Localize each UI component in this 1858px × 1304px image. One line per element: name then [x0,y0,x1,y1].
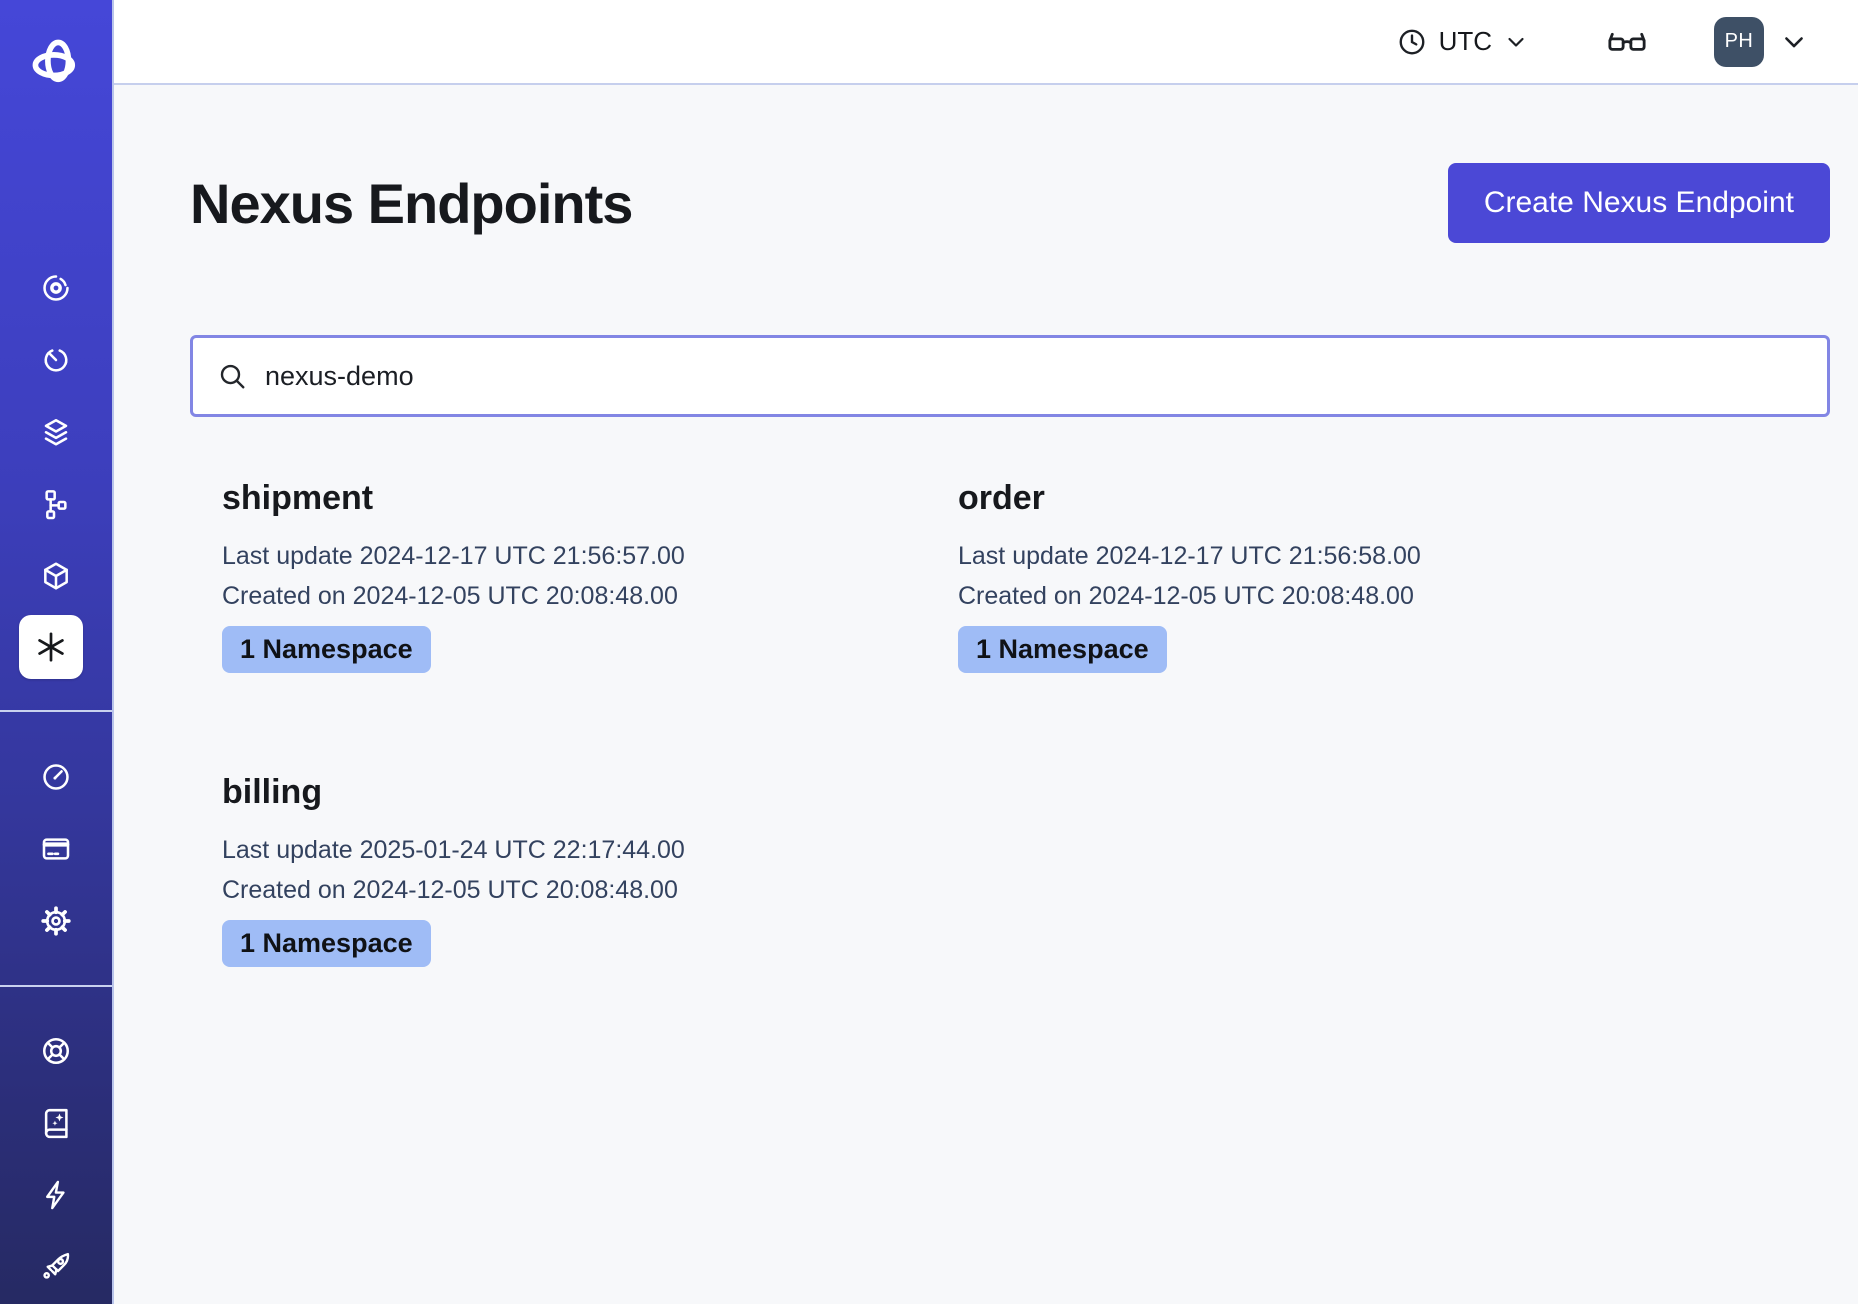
search-box[interactable] [190,335,1830,417]
sidebar-item-nexus-active[interactable] [19,615,83,679]
main-area: Nexus Endpoints Create Nexus Endpoint sh… [114,85,1858,1304]
endpoint-created: Created on 2024-12-05 UTC 20:08:48.00 [958,576,1694,616]
sidebar-divider [0,985,112,987]
sidebar-item-settings[interactable] [0,905,112,937]
workflow-graph-icon [40,488,72,520]
sidebar [0,0,114,1304]
endpoint-name[interactable]: shipment [222,479,958,518]
search-input[interactable] [263,360,1807,393]
timezone-selector[interactable]: UTC [1397,26,1528,57]
sidebar-item-schedules[interactable] [0,344,112,376]
namespace-badge: 1 Namespace [222,920,431,967]
chevron-down-icon [1780,28,1808,56]
sidebar-item-docs[interactable] [0,1107,112,1139]
clock-icon [1397,27,1427,57]
book-sparkles-icon [40,1107,72,1139]
sidebar-item-feedback[interactable] [0,1179,112,1211]
avatar[interactable]: PH [1714,17,1764,67]
sidebar-item-deployments[interactable] [0,416,112,448]
endpoint-last-update: Last update 2025-01-24 UTC 22:17:44.00 [222,830,958,870]
sidebar-item-workflow-graph[interactable] [0,488,112,520]
asterisk-icon [33,629,69,665]
search-icon [217,361,247,391]
temporal-logo[interactable] [0,37,112,89]
gear-icon [40,905,72,937]
endpoint-grid: shipment Last update 2024-12-17 UTC 21:5… [190,479,1830,967]
credit-card-icon [40,833,72,865]
top-header: UTC PH [114,0,1858,85]
sidebar-item-support[interactable] [0,1035,112,1067]
lifebuoy-icon [40,1035,72,1067]
page-title: Nexus Endpoints [190,171,632,236]
endpoint-name[interactable]: billing [222,773,958,812]
endpoint-last-update: Last update 2024-12-17 UTC 21:56:58.00 [958,536,1694,576]
account-menu-button[interactable] [1780,28,1808,56]
sidebar-divider [0,710,112,712]
sidebar-item-cube[interactable] [0,560,112,592]
endpoint-last-update: Last update 2024-12-17 UTC 21:56:57.00 [222,536,958,576]
temporal-logo-icon [30,37,82,89]
cube-icon [40,560,72,592]
lightning-icon [40,1179,72,1211]
endpoint-card[interactable]: order Last update 2024-12-17 UTC 21:56:5… [958,479,1694,673]
endpoint-card[interactable]: billing Last update 2025-01-24 UTC 22:17… [222,773,958,967]
namespace-badge: 1 Namespace [958,626,1167,673]
avatar-initials: PH [1725,30,1754,53]
gauge-icon [40,761,72,793]
namespace-badge: 1 Namespace [222,626,431,673]
glasses-icon [1606,21,1648,63]
sidebar-item-billing[interactable] [0,833,112,865]
endpoint-name[interactable]: order [958,479,1694,518]
sidebar-item-usage[interactable] [0,761,112,793]
layers-icon [40,416,72,448]
sidebar-item-namespaces[interactable] [0,272,112,304]
rocket-icon [40,1250,72,1282]
create-nexus-endpoint-button[interactable]: Create Nexus Endpoint [1448,163,1830,243]
endpoint-created: Created on 2024-12-05 UTC 20:08:48.00 [222,576,958,616]
spiral-icon [40,272,72,304]
read-only-mode-button[interactable] [1606,21,1648,63]
endpoint-created: Created on 2024-12-05 UTC 20:08:48.00 [222,870,958,910]
title-row: Nexus Endpoints Create Nexus Endpoint [190,163,1830,243]
sidebar-item-getting-started[interactable] [0,1250,112,1282]
chevron-down-icon [1504,30,1528,54]
timer-icon [40,344,72,376]
endpoint-card[interactable]: shipment Last update 2024-12-17 UTC 21:5… [222,479,958,673]
timezone-label: UTC [1439,26,1492,57]
